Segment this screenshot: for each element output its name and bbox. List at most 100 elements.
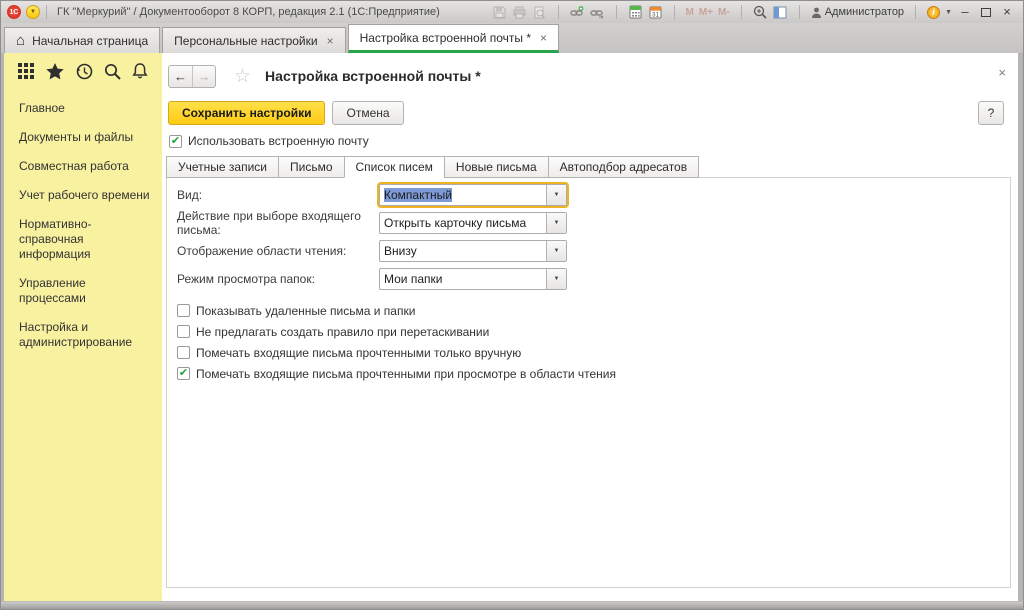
- maximize-icon: [981, 7, 991, 17]
- print-icon: [512, 5, 527, 20]
- app-window: 1С ▼ ГК "Меркурий" / Документооборот 8 К…: [0, 0, 1024, 610]
- reading-pane-field-label: Отображение области чтения:: [177, 244, 347, 258]
- save-settings-button[interactable]: Сохранить настройки: [168, 101, 326, 125]
- view-field-label: Вид:: [177, 188, 203, 202]
- checkbox-label: Помечать входящие письма прочтенными при…: [196, 366, 616, 381]
- settings-tab-strip: Учетные записи Письмо Список писем Новые…: [166, 156, 1018, 178]
- help-button[interactable]: ?: [978, 101, 1004, 125]
- sidebar-item-collaboration[interactable]: Совместная работа: [19, 152, 154, 181]
- reading-pane-select-value: Внизу: [384, 244, 417, 258]
- view-select-dropdown-icon[interactable]: ▼: [546, 185, 566, 205]
- sidebar-item-documents-files[interactable]: Документы и файлы: [19, 123, 154, 152]
- favorites-star-icon[interactable]: [46, 63, 64, 80]
- checkbox-label: Показывать удаленные письма и папки: [196, 303, 416, 318]
- folder-view-mode-field-label: Режим просмотра папок:: [177, 272, 315, 286]
- window-title: ГК "Меркурий" / Документооборот 8 КОРП, …: [57, 6, 440, 18]
- sidebar-nav: Главное Документы и файлы Совместная раб…: [4, 88, 162, 357]
- command-bar: Сохранить настройки Отмена ?: [168, 101, 1018, 125]
- incoming-action-dropdown-icon[interactable]: ▼: [546, 213, 566, 233]
- view-select[interactable]: Компактный ▼: [377, 182, 569, 208]
- tab-letter[interactable]: Письмо: [278, 156, 345, 178]
- divider: [557, 5, 559, 19]
- checkbox-icon[interactable]: [177, 325, 190, 338]
- page-title: Настройка встроенной почты *: [265, 68, 481, 84]
- user-icon: [811, 7, 821, 18]
- checkbox-checked-icon[interactable]: ✔: [169, 134, 182, 148]
- incoming-action-select-value: Открыть карточку письма: [384, 216, 527, 230]
- chevron-down-icon[interactable]: ▼: [945, 9, 952, 16]
- tab-label: Настройка встроенной почты *: [359, 30, 532, 45]
- divider: [798, 5, 800, 19]
- forward-button: →: [192, 65, 215, 87]
- add-to-favorites-star-icon[interactable]: ☆: [234, 65, 251, 88]
- mark-read-manually-checkbox[interactable]: Помечать входящие письма прочтенными тол…: [177, 342, 1010, 363]
- folder-view-mode-select[interactable]: Мои папки ▼: [379, 268, 567, 290]
- mark-read-on-preview-checkbox[interactable]: ✔ Помечать входящие письма прочтенными п…: [177, 363, 1010, 384]
- minimize-button[interactable]: –: [957, 5, 973, 19]
- info-button[interactable]: i: [927, 5, 941, 19]
- show-deleted-checkbox[interactable]: Показывать удаленные письма и папки: [177, 300, 1010, 321]
- sidebar-item-main[interactable]: Главное: [19, 94, 154, 123]
- menu-grid-icon[interactable]: [18, 63, 35, 80]
- notifications-bell-icon[interactable]: [132, 63, 148, 80]
- current-user[interactable]: Администратор: [811, 6, 904, 18]
- folder-view-mode-select-value: Мои папки: [384, 272, 443, 286]
- title-bar: 1С ▼ ГК "Меркурий" / Документооборот 8 К…: [1, 1, 1023, 23]
- cancel-button[interactable]: Отмена: [332, 101, 404, 125]
- sidebar-item-settings-administration[interactable]: Настройка и администрирование: [19, 313, 154, 357]
- window-bottom-edge: [1, 601, 1023, 609]
- divider: [615, 5, 617, 19]
- checkbox-label: Помечать входящие письма прочтенными тол…: [196, 345, 522, 360]
- divider: [673, 5, 675, 19]
- memory-plus-button: M+: [698, 6, 714, 18]
- close-tab-icon[interactable]: ×: [540, 31, 547, 45]
- tab-letter-list[interactable]: Список писем: [343, 156, 445, 178]
- calendar-icon[interactable]: 31: [648, 5, 663, 20]
- tab-label: Персональные настройки: [174, 33, 318, 48]
- add-favorite-link-icon[interactable]: [569, 5, 585, 20]
- tab-personal-settings[interactable]: Персональные настройки ×: [162, 27, 346, 53]
- checkbox-label: Не предлагать создать правило при перета…: [196, 324, 490, 339]
- incoming-action-field-label: Действие при выборе входящего письма:: [177, 209, 361, 237]
- folder-view-mode-dropdown-icon[interactable]: ▼: [546, 269, 566, 289]
- tab-new-letters[interactable]: Новые письма: [443, 156, 549, 178]
- sidebar-item-time-tracking[interactable]: Учет рабочего времени: [19, 181, 154, 210]
- main-panel: ← → ☆ Настройка встроенной почты * × Сох…: [162, 53, 1018, 601]
- divider: [46, 5, 47, 19]
- close-form-icon[interactable]: ×: [998, 65, 1006, 80]
- tab-home[interactable]: ⌂ Начальная страница: [4, 27, 161, 53]
- divider: [740, 5, 742, 19]
- checkbox-icon[interactable]: [177, 304, 190, 317]
- reading-pane-select[interactable]: Внизу ▼: [379, 240, 567, 262]
- save-icon: [492, 5, 507, 20]
- back-button[interactable]: ←: [169, 66, 192, 87]
- svg-text:31: 31: [651, 12, 659, 19]
- go-to-link-icon[interactable]: [589, 5, 605, 20]
- tab-mail-settings[interactable]: Настройка встроенной почты * ×: [347, 24, 560, 53]
- home-icon: ⌂: [16, 31, 26, 49]
- main-menu-button[interactable]: ▼: [26, 5, 40, 19]
- divider: [915, 5, 917, 19]
- incoming-action-select[interactable]: Открыть карточку письма ▼: [379, 212, 567, 234]
- checkbox-icon[interactable]: [177, 346, 190, 359]
- history-icon[interactable]: [76, 63, 93, 80]
- maximize-button[interactable]: [978, 5, 994, 20]
- use-builtin-mail-checkbox[interactable]: ✔ Использовать встроенную почту: [169, 134, 1018, 148]
- print-preview-icon: [532, 5, 547, 20]
- close-tab-icon[interactable]: ×: [327, 34, 334, 48]
- sidebar-item-process-management[interactable]: Управление процессами: [19, 269, 154, 313]
- sidebar-item-reference-info[interactable]: Нормативно-справочная информация: [19, 210, 154, 269]
- checkbox-checked-icon[interactable]: ✔: [177, 367, 190, 380]
- reading-pane-dropdown-icon[interactable]: ▼: [546, 241, 566, 261]
- calculator-icon[interactable]: [628, 5, 643, 20]
- 1c-logo-icon: 1С: [7, 5, 21, 19]
- split-window-icon[interactable]: [773, 5, 788, 20]
- zoom-icon[interactable]: [753, 5, 768, 20]
- app-tab-bar: ⌂ Начальная страница Персональные настро…: [1, 23, 1023, 53]
- close-window-button[interactable]: ×: [999, 5, 1015, 19]
- search-icon[interactable]: [104, 63, 121, 80]
- memory-minus-button: M-: [718, 6, 730, 18]
- no-rule-on-drag-checkbox[interactable]: Не предлагать создать правило при перета…: [177, 321, 1010, 342]
- tab-accounts[interactable]: Учетные записи: [166, 156, 279, 178]
- tab-recipient-autoselect[interactable]: Автоподбор адресатов: [547, 156, 700, 178]
